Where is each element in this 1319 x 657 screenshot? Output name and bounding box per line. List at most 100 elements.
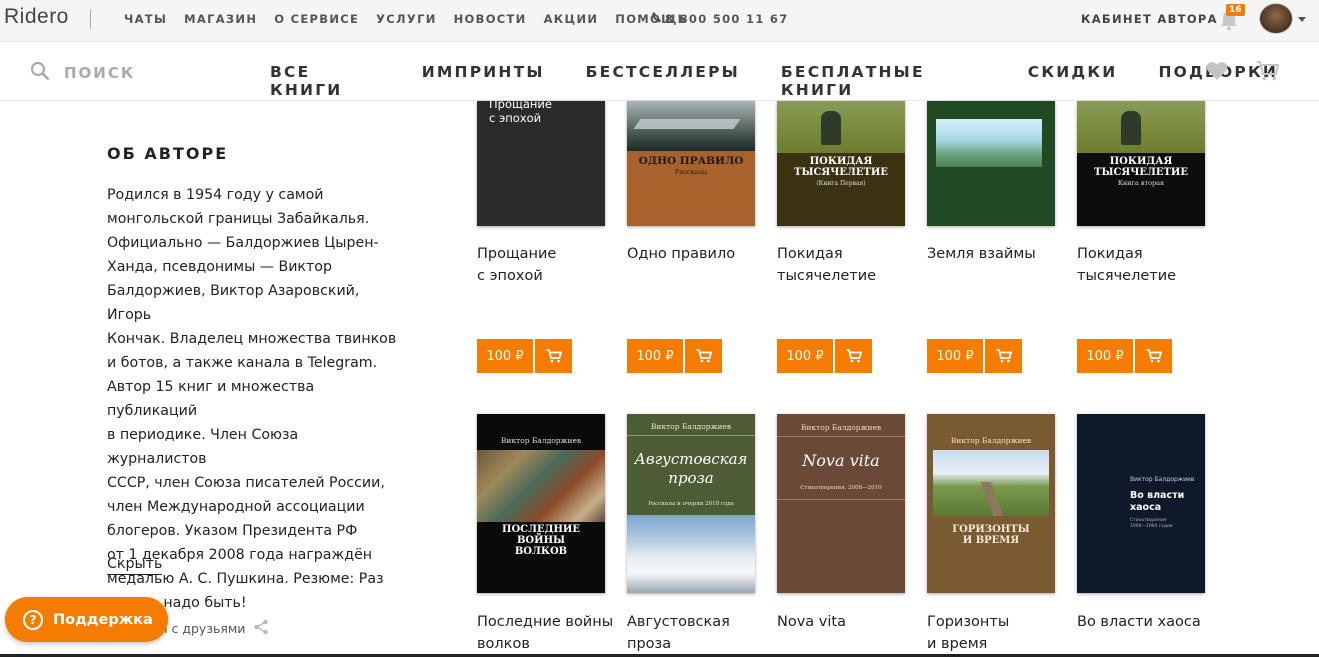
- price-button[interactable]: 100 ₽: [477, 339, 533, 373]
- book-cover[interactable]: Виктор Балдоржиев Nova vita Стихотворени…: [777, 414, 905, 593]
- cart-icon[interactable]: [1256, 60, 1280, 86]
- book-title-line: Покидая: [1077, 246, 1143, 262]
- about-author-section: ОБ АВТОРЕ Родился в 1954 году у самой мо…: [107, 144, 397, 615]
- book-title[interactable]: Прощание с эпохой: [477, 243, 617, 287]
- hide-link[interactable]: Скрыть: [107, 556, 163, 575]
- about-line: Кончак. Владелец множества твинков: [107, 331, 397, 347]
- book-title[interactable]: Покидая тысячелетие: [777, 243, 917, 287]
- cover-photo: [936, 119, 1042, 167]
- book-title-line: Одно правило: [627, 246, 736, 262]
- support-label: Поддержка: [53, 611, 153, 628]
- book-cover[interactable]: Виктор Балдоржиев Августовская проза Рас…: [627, 414, 755, 593]
- price-button[interactable]: 100 ₽: [927, 339, 983, 373]
- book-cover[interactable]: Виктор Балдоржиев Во власти хаоса Стихот…: [1077, 414, 1205, 593]
- search-icon: [30, 61, 50, 85]
- book-title[interactable]: Земля взаймы: [927, 243, 1067, 265]
- share-with-friends[interactable]: я с друзьями: [160, 619, 269, 638]
- cover-subtitle-text: Рассказы и очерки 2018 года: [648, 501, 734, 507]
- cover-author-rule: [627, 435, 755, 436]
- price-button[interactable]: 100 ₽: [777, 339, 833, 373]
- cart-icon: [846, 349, 862, 363]
- book-cover[interactable]: ОДНО ПРАВИЛО Рассказы: [627, 101, 755, 226]
- main-navigation-bar: ПОИСК ВСЕ КНИГИ ИМПРИНТЫ БЕСТСЕЛЛЕРЫ БЕС…: [0, 43, 1319, 101]
- cover-title-text: ОДНО ПРАВИЛО: [638, 155, 744, 167]
- book-title[interactable]: Августовская проза: [627, 611, 767, 655]
- price-button[interactable]: 100 ₽: [627, 339, 683, 373]
- top-bar: Ridero ЧАТЫ МАГАЗИН О СЕРВИСЕ УСЛУГИ НОВ…: [0, 0, 1319, 42]
- heart-icon[interactable]: [1206, 61, 1228, 85]
- top-nav-about-service[interactable]: О СЕРВИСЕ: [274, 12, 359, 26]
- phone-number: 8 800 500 11 67: [665, 12, 789, 26]
- book-title[interactable]: Покидая тысячелетие: [1077, 243, 1217, 287]
- book-title[interactable]: Горизонты и время: [927, 611, 1067, 655]
- top-nav-services[interactable]: УСЛУГИ: [376, 12, 436, 26]
- nav-discounts[interactable]: СКИДКИ: [1028, 63, 1118, 99]
- support-button[interactable]: ? Поддержка: [5, 597, 168, 642]
- book-cover[interactable]: Виктор Балдоржиев ПОСЛЕДНИЕ ВОЙНЫ ВОЛКОВ: [477, 414, 605, 593]
- cover-author-text: Виктор Балдоржиев: [1130, 476, 1195, 483]
- about-line: блогеров. Указом Президента РФ: [107, 523, 358, 539]
- book-title-line: Во власти хаоса: [1077, 614, 1201, 630]
- phone-link[interactable]: 8 800 500 11 67: [652, 12, 789, 26]
- cover-subtitle-rule: [777, 499, 905, 500]
- nav-imprints[interactable]: ИМПРИНТЫ: [422, 63, 545, 99]
- cover-photo-figure: [821, 111, 841, 145]
- ridero-logo[interactable]: Ridero: [4, 5, 69, 29]
- book-cover[interactable]: Виктор Балдоржиев ГОРИЗОНТЫ И ВРЕМЯ: [927, 414, 1055, 593]
- about-author-heading: ОБ АВТОРЕ: [107, 144, 229, 163]
- cover-photo-figure: [1121, 111, 1141, 145]
- cover-photo-river: [633, 119, 741, 129]
- search-input[interactable]: ПОИСК: [30, 61, 135, 85]
- about-line: Ханда, псевдонимы — Виктор: [107, 259, 332, 275]
- about-author-text: Родился в 1954 году у самой монгольской …: [107, 183, 397, 615]
- nav-all-books[interactable]: ВСЕ КНИГИ: [270, 63, 381, 99]
- nav-free-books[interactable]: БЕСПЛАТНЫЕ КНИГИ: [781, 63, 987, 99]
- chevron-down-icon[interactable]: [1298, 17, 1306, 22]
- add-to-cart-button[interactable]: [535, 339, 572, 373]
- about-line: член Международной ассоциации: [107, 499, 365, 515]
- cover-title-block: Во власти хаоса: [1130, 490, 1184, 514]
- cover-photo: [1077, 101, 1205, 153]
- top-nav-promotions[interactable]: АКЦИИ: [544, 12, 599, 26]
- book-title[interactable]: Последние войны волков: [477, 611, 617, 655]
- cover-author-text: Виктор Балдоржиев: [950, 436, 1032, 445]
- book-cover[interactable]: ПОКИДАЯ ТЫСЯЧЕЛЕТИЕ Книга вторая: [1077, 101, 1205, 226]
- nav-bestsellers[interactable]: БЕСТСЕЛЛЕРЫ: [586, 63, 740, 99]
- cover-title-text: с эпохой: [489, 111, 542, 125]
- book-title[interactable]: Одно правило: [627, 243, 767, 265]
- book-title[interactable]: Nova vita: [777, 611, 917, 633]
- add-to-cart-button[interactable]: [985, 339, 1022, 373]
- book-cover[interactable]: ПОКИДАЯ ТЫСЯЧЕЛЕТИЕ (Книга Первая): [777, 101, 905, 226]
- cart-icon: [696, 349, 712, 363]
- add-to-cart-button[interactable]: [835, 339, 872, 373]
- about-line: в периодике. Член Союза журналистов: [107, 427, 299, 467]
- author-cabinet-link[interactable]: КАБИНЕТ АВТОРА: [1081, 12, 1218, 26]
- cart-icon: [996, 349, 1012, 363]
- add-to-cart-button[interactable]: [1135, 339, 1172, 373]
- about-line: Автор 15 книг и множества публикаций: [107, 379, 315, 419]
- book-cover[interactable]: [927, 101, 1055, 226]
- book-title-line: тысячелетие: [1077, 268, 1177, 284]
- book-cover[interactable]: Прощание с эпохой: [477, 101, 605, 226]
- cover-author-text: Виктор Балдоржиев: [800, 423, 882, 432]
- cover-subtitle-text: (Книга Первая): [816, 180, 866, 187]
- cover-title-text: ПОКИДАЯ: [809, 156, 873, 167]
- book-title-line: и время: [927, 636, 988, 652]
- price-button[interactable]: 100 ₽: [1077, 339, 1133, 373]
- cover-subtitle-block: Стихотворения 1994—1994 годов: [1130, 518, 1172, 530]
- book-title-line: Покидая: [777, 246, 843, 262]
- top-nav-news[interactable]: НОВОСТИ: [454, 12, 527, 26]
- top-nav-chats[interactable]: ЧАТЫ: [124, 12, 167, 26]
- book-title-line: с эпохой: [477, 268, 543, 284]
- book-title-line: Последние войны: [477, 614, 614, 630]
- cover-title-text: ВОЛКОВ: [514, 546, 568, 557]
- book-title-line: тысячелетие: [777, 268, 877, 284]
- avatar[interactable]: [1259, 3, 1293, 34]
- top-nav: ЧАТЫ МАГАЗИН О СЕРВИСЕ УСЛУГИ НОВОСТИ АК…: [124, 12, 705, 26]
- about-line: монгольской границы Забайкалья.: [107, 211, 370, 227]
- cover-title-text: Августовская: [634, 450, 748, 468]
- cover-title-text: ГОРИЗОНТЫ: [952, 524, 1030, 535]
- book-title[interactable]: Во власти хаоса: [1077, 611, 1217, 633]
- top-nav-shop[interactable]: МАГАЗИН: [184, 12, 257, 26]
- add-to-cart-button[interactable]: [685, 339, 722, 373]
